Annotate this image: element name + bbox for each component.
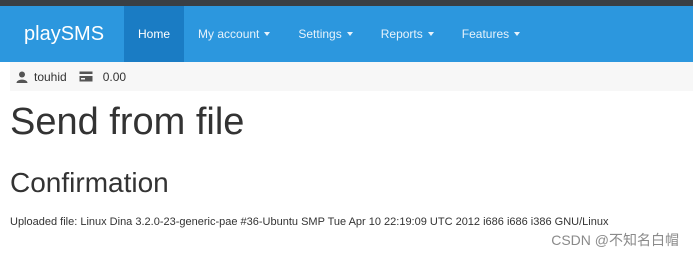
credit-card-icon <box>79 71 93 82</box>
page-title: Send from file <box>10 101 245 143</box>
nav-my-account-label: My account <box>198 27 260 41</box>
top-navbar: playSMS Home My account Settings Reports… <box>0 6 693 62</box>
brand-logo[interactable]: playSMS <box>0 6 124 62</box>
nav-my-account[interactable]: My account <box>184 6 284 62</box>
nav-settings[interactable]: Settings <box>284 6 366 62</box>
username-link[interactable]: touhid <box>34 70 67 84</box>
credit-balance: 0.00 <box>102 69 127 84</box>
user-info-bar: touhid 0.00 <box>10 62 693 91</box>
caret-down-icon <box>427 32 434 36</box>
caret-down-icon <box>264 32 271 36</box>
nav-settings-label: Settings <box>298 27 342 41</box>
user-icon <box>16 71 28 83</box>
nav-features[interactable]: Features <box>448 6 534 62</box>
uploaded-file-text: Uploaded file: Linux Dina 3.2.0-23-gener… <box>10 216 609 228</box>
nav-home-label: Home <box>138 27 171 41</box>
nav-reports-label: Reports <box>380 27 423 41</box>
nav-reports[interactable]: Reports <box>367 6 448 62</box>
section-title: Confirmation <box>10 167 169 198</box>
nav-home[interactable]: Home <box>124 6 185 62</box>
caret-down-icon <box>346 32 353 36</box>
nav-features-label: Features <box>461 27 510 41</box>
watermark: CSDN @不知名白帽 <box>551 232 679 248</box>
caret-down-icon <box>514 32 521 36</box>
